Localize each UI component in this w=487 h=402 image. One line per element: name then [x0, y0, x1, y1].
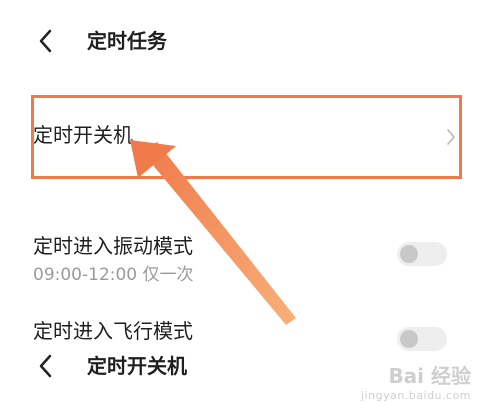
list-item-vibrate-mode[interactable]: 定时进入振动模式 09:00-12:00 仅一次	[0, 220, 487, 290]
watermark: Bai 经验 jingyan.baidu.com	[361, 364, 472, 402]
list-item-label: 定时进入振动模式	[33, 234, 193, 258]
vibrate-toggle[interactable]	[397, 242, 447, 266]
top-bar: 定时任务	[0, 16, 487, 66]
page-title: 定时任务	[87, 29, 167, 53]
back-arrow-icon[interactable]	[34, 26, 58, 56]
list-item-label: 定时进入飞行模式	[33, 319, 193, 343]
highlight-box	[31, 95, 462, 179]
list-item-detail: 09:00-12:00 仅一次	[33, 265, 194, 285]
screen: 定时任务 定时开关机 定时进入振动模式 09:00-12:00 仅一次 定时进入…	[0, 0, 487, 402]
toggle-knob	[400, 245, 418, 263]
page-title: 定时开关机	[87, 354, 187, 378]
back-arrow-icon[interactable]	[34, 351, 58, 381]
